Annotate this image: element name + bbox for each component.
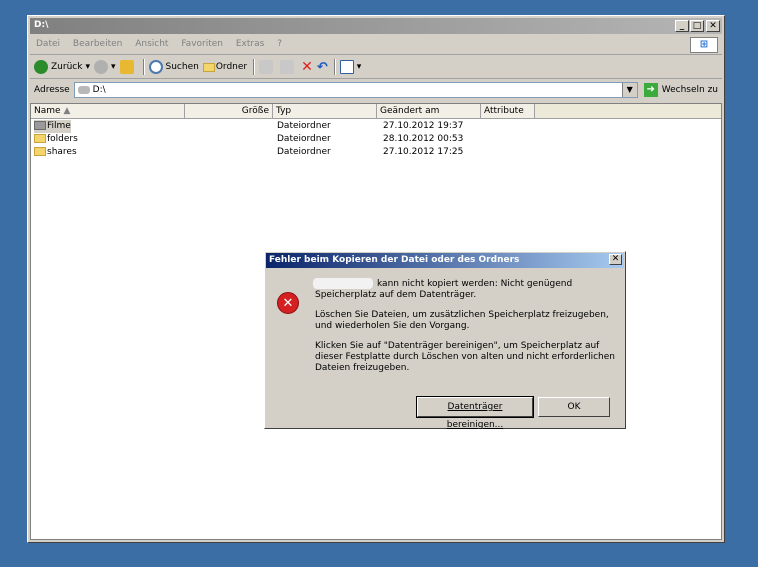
address-dropdown-button[interactable]: ▼ [621,83,637,97]
chevron-down-icon: ▾ [110,62,116,72]
sort-ascending-icon: ▲ [63,106,71,116]
file-name-label: shares [47,147,77,157]
chevron-down-icon: ▾ [356,62,362,72]
cleanup-label: Datenträger bereinigen... [446,402,504,430]
go-label: Wechseln zu [661,85,718,95]
menu-datei[interactable]: Datei [36,39,60,49]
move-to-icon [259,60,274,74]
message-line1: kann nicht kopiert werden: Nicht genügen… [377,279,573,289]
title-bar[interactable]: D:\ _ □ ✕ [30,18,722,34]
folder-icon [34,121,46,130]
drive-icon [77,86,90,94]
file-name-label: Filme [47,121,71,131]
windows-logo-icon: ⊞ [690,37,718,53]
dialog-title-bar[interactable]: Fehler beim Kopieren der Datei oder des … [266,253,624,268]
minimize-button[interactable]: _ [675,20,689,32]
menu-favoriten[interactable]: Favoriten [181,39,223,49]
column-attributes[interactable]: Attribute [481,104,535,118]
address-value: D:\ [92,85,106,95]
cleanup-button[interactable]: Datenträger bereinigen... [416,396,534,430]
column-type-label: Typ [276,106,292,116]
folder-icon [34,134,46,143]
search-button[interactable]: Suchen [148,60,199,74]
up-folder-icon [119,60,134,74]
column-size-label: Größe [241,106,269,116]
address-bar: Adresse D:\ ▼ ➜ Wechseln zu [30,80,722,100]
message-para3: Klicken Sie auf "Datenträger bereinigen"… [315,341,615,373]
up-folder-button[interactable] [119,60,137,74]
back-button[interactable]: Zurück ▾ [34,60,90,74]
ok-button[interactable]: OK [538,397,610,417]
file-type: Dateiordner [277,147,331,157]
undo-icon: ↶ [316,59,328,75]
column-name[interactable]: Name ▲ [31,104,185,118]
ok-label: OK [567,402,581,412]
file-modified: 28.10.2012 00:53 [383,134,464,144]
file-name: folders [34,133,78,146]
message-line2: Speicherplatz auf dem Datenträger. [315,290,477,300]
toolbar: Zurück ▾ ▾ Suchen Ordner ✕ ↶ ▾ [30,56,722,79]
menu-extras[interactable]: Extras [236,39,264,49]
column-type[interactable]: Typ [273,104,377,118]
menu-help[interactable]: ? [277,39,282,49]
message-para2: Löschen Sie Dateien, um zusätzlichen Spe… [315,310,609,331]
file-type: Dateiordner [277,121,331,131]
delete-button[interactable]: ✕ [301,59,313,75]
search-icon [148,60,163,74]
column-size[interactable]: Größe [185,104,273,118]
close-button[interactable]: ✕ [706,20,720,32]
file-name: shares [34,146,77,159]
views-grid-icon [339,60,354,74]
file-modified: 27.10.2012 17:25 [383,147,464,157]
toolbar-separator [253,59,256,75]
search-label: Suchen [165,62,199,72]
forward-arrow-icon [93,60,108,74]
column-modified-label: Geändert am [380,106,440,116]
column-attributes-label: Attribute [484,106,524,116]
maximize-button[interactable]: □ [690,20,704,32]
column-modified[interactable]: Geändert am [377,104,481,118]
list-header: Name ▲ Größe Typ Geändert am Attribute [31,104,721,119]
error-dialog: Fehler beim Kopieren der Datei oder des … [264,251,626,430]
undo-button[interactable]: ↶ [317,60,328,75]
go-arrow-icon: ➜ [643,83,658,97]
menu-bar: Datei Bearbeiten Ansicht Favoriten Extra… [30,36,722,55]
folders-label: Ordner [215,62,248,72]
delete-x-icon: ✕ [301,59,313,75]
table-row[interactable]: folders Dateiordner 28.10.2012 00:53 [31,133,721,146]
table-row[interactable]: Filme Dateiordner 27.10.2012 19:37 [31,120,721,133]
dialog-close-button[interactable]: ✕ [609,254,622,265]
address-input[interactable]: D:\ ▼ [73,82,638,98]
go-button[interactable]: ➜ Wechseln zu [643,83,718,97]
dialog-title: Fehler beim Kopieren der Datei oder des … [269,255,520,265]
folder-icon [202,62,215,72]
views-button[interactable]: ▾ [339,60,362,74]
address-label: Adresse [34,85,70,95]
forward-button[interactable]: ▾ [93,60,116,74]
folders-button[interactable]: Ordner [202,62,248,72]
file-name: Filme [34,120,71,133]
file-type: Dateiordner [277,134,331,144]
chevron-down-icon: ▾ [85,62,90,72]
menu-bearbeiten[interactable]: Bearbeiten [73,39,122,49]
window-title: D:\ [34,20,49,30]
copy-to-button[interactable] [280,60,297,74]
folder-icon [34,147,46,156]
dialog-message: kann nicht kopiert werden: Nicht genügen… [315,279,615,383]
back-arrow-icon [34,60,48,74]
file-modified: 27.10.2012 19:37 [383,121,464,131]
column-name-label: Name [34,106,61,116]
file-name-label: folders [47,134,78,144]
table-row[interactable]: shares Dateiordner 27.10.2012 17:25 [31,146,721,159]
copy-to-icon [280,60,295,74]
menu-ansicht[interactable]: Ansicht [135,39,168,49]
move-to-button[interactable] [259,60,276,74]
toolbar-separator [142,59,145,75]
back-label: Zurück [51,62,83,72]
toolbar-separator [333,59,336,75]
error-icon: ✕ [277,292,299,314]
